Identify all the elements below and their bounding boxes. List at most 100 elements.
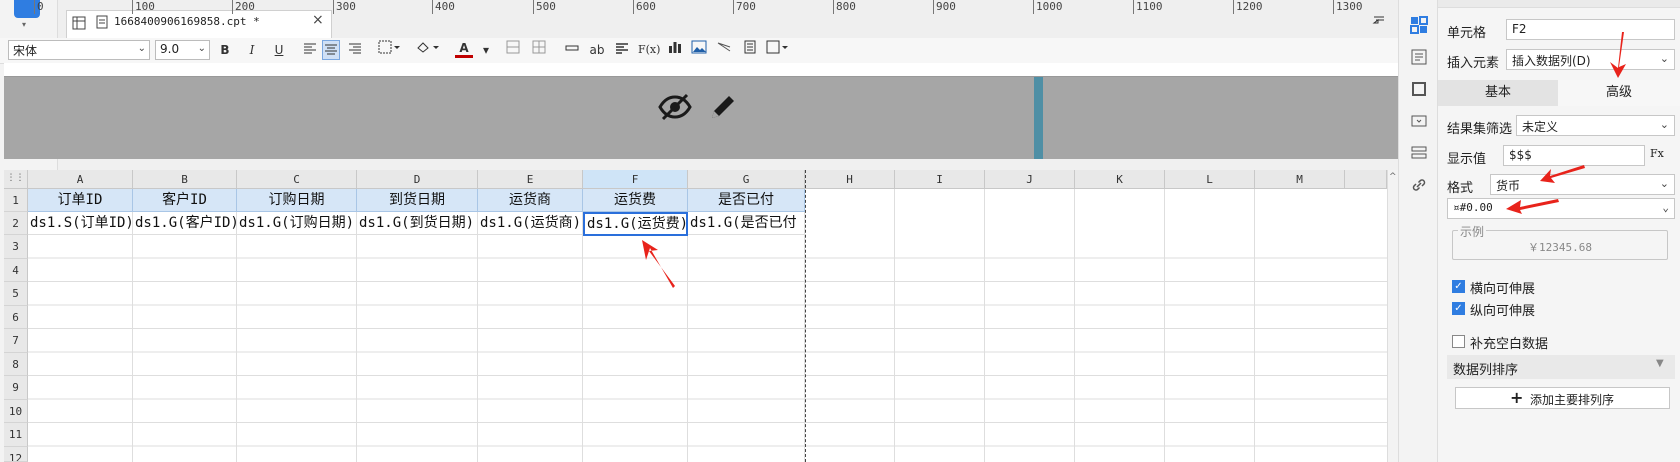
row-header[interactable]: 2: [4, 212, 28, 235]
horizontal-expand-checkbox[interactable]: ✓: [1452, 280, 1465, 293]
page-break-line: [805, 170, 806, 462]
column-header[interactable]: D: [357, 170, 478, 189]
chevron-down-icon[interactable]: ▾: [22, 20, 26, 29]
grid-cell-A1[interactable]: 订单ID: [28, 189, 133, 212]
format-type-value: 货币: [1496, 179, 1521, 193]
bold-button[interactable]: B: [216, 40, 234, 60]
annotation-arrow: [1506, 199, 1559, 214]
chevron-down-icon: ⌄: [1659, 52, 1669, 65]
display-value-label: 显示值: [1447, 152, 1487, 167]
column-header[interactable]: K: [1075, 170, 1165, 189]
row-header[interactable]: 11: [4, 423, 28, 447]
row-header[interactable]: 10: [4, 399, 28, 423]
format-pattern-value: ¤#0.00: [1453, 201, 1493, 214]
cell-element-icon[interactable]: [766, 40, 790, 60]
align-right-icon[interactable]: [346, 40, 364, 60]
filter-select[interactable]: 未定义 ⌄: [1516, 115, 1675, 136]
chevron-down-icon[interactable]: ▾: [477, 40, 495, 60]
column-header[interactable]: C: [237, 170, 357, 189]
collapse-panel-icon[interactable]: [1372, 14, 1386, 29]
rich-text-icon[interactable]: [613, 40, 631, 60]
grid-cell-B2[interactable]: ds1.G(客户ID): [133, 212, 237, 235]
hyperlink-icon[interactable]: [1410, 176, 1428, 194]
text-ab-button[interactable]: ab: [588, 40, 606, 60]
grid-cell-G2[interactable]: ds1.G(是否已付: [688, 212, 805, 235]
column-header[interactable]: I: [895, 170, 985, 189]
row-header[interactable]: 3: [4, 235, 28, 259]
select-all-corner[interactable]: ⋮⋮: [4, 170, 28, 189]
grid-cell-F2-selected[interactable]: ds1.G(运货费): [583, 212, 688, 236]
row-header[interactable]: 12: [4, 446, 28, 462]
grid-cell-A2[interactable]: ds1.S(订单ID): [28, 212, 133, 235]
insert-bar-icon[interactable]: [563, 40, 581, 60]
row-header[interactable]: 4: [4, 258, 28, 282]
formula-button[interactable]: F(x): [638, 40, 660, 60]
formula-button[interactable]: Fx: [1650, 147, 1664, 160]
column-header[interactable]: F: [583, 170, 688, 189]
row-header[interactable]: 1: [4, 189, 28, 212]
vertical-expand-checkbox[interactable]: ✓: [1452, 302, 1465, 315]
sub-report-icon[interactable]: [741, 40, 759, 60]
grid-cell-E2[interactable]: ds1.G(运货商): [478, 212, 583, 235]
fill-color-icon[interactable]: [415, 40, 441, 60]
column-header[interactable]: M: [1255, 170, 1345, 189]
row-header[interactable]: 9: [4, 376, 28, 400]
column-header[interactable]: G: [688, 170, 805, 189]
column-header[interactable]: E: [478, 170, 583, 189]
column-header[interactable]: A: [28, 170, 133, 189]
split-cells-icon[interactable]: [530, 40, 548, 60]
chevron-up-icon[interactable]: ^: [1389, 172, 1397, 182]
merge-cells-icon[interactable]: [504, 40, 522, 60]
insert-element-select[interactable]: 插入数据列(D) ⌄: [1506, 49, 1675, 70]
border-icon[interactable]: [378, 40, 400, 60]
fill-blank-checkbox[interactable]: [1452, 335, 1465, 348]
condition-icon[interactable]: [1410, 144, 1428, 162]
cpt-file-icon: [96, 15, 108, 32]
widget-icon[interactable]: [1410, 112, 1428, 130]
column-header[interactable]: B: [133, 170, 237, 189]
eye-off-icon[interactable]: [658, 92, 692, 125]
chart-icon[interactable]: [666, 40, 684, 60]
grid-cell-G1[interactable]: 是否已付: [688, 189, 805, 212]
format-pattern-select[interactable]: ¤#0.00 ⌄: [1447, 198, 1675, 219]
cell-name-input[interactable]: F2: [1506, 19, 1675, 40]
image-icon[interactable]: [690, 40, 708, 60]
row-header[interactable]: 6: [4, 305, 28, 329]
grid-cell-D2[interactable]: ds1.G(到货日期): [357, 212, 478, 235]
grid-cell-B1[interactable]: 客户ID: [133, 189, 237, 212]
column-header[interactable]: J: [985, 170, 1075, 189]
slash-icon[interactable]: [715, 40, 733, 60]
column-header[interactable]: L: [1165, 170, 1255, 189]
border-frame-icon[interactable]: [1410, 80, 1428, 98]
align-left-icon[interactable]: [301, 40, 319, 60]
grid-cell-E1[interactable]: 运货商: [478, 189, 583, 212]
band-resize-handle[interactable]: [1034, 77, 1043, 159]
close-icon[interactable]: ×: [312, 12, 324, 28]
grid-cell-C2[interactable]: ds1.G(订购日期): [237, 212, 357, 235]
font-size-select[interactable]: 9.0 ⌄: [155, 40, 210, 60]
vertical-scrollbar[interactable]: ^: [1387, 170, 1398, 462]
data-settings-icon[interactable]: [1410, 48, 1428, 66]
font-color-icon[interactable]: A: [455, 40, 473, 58]
row-header[interactable]: 7: [4, 329, 28, 353]
vertical-expand-label: 纵向可伸展: [1470, 304, 1536, 319]
tab-advanced[interactable]: 高级: [1558, 80, 1680, 106]
ruler-tick: 200: [232, 0, 255, 14]
tab-basic[interactable]: 基本: [1438, 80, 1558, 106]
font-family-select[interactable]: 宋体 ⌄: [8, 40, 150, 60]
row-header[interactable]: 5: [4, 282, 28, 306]
row-header[interactable]: 8: [4, 352, 28, 376]
grid-cell-D1[interactable]: 到货日期: [357, 189, 478, 212]
grid-cell-F1[interactable]: 运货费: [583, 189, 688, 212]
pencil-icon[interactable]: [708, 92, 738, 125]
grid-cell-C1[interactable]: 订购日期: [237, 189, 357, 212]
ruler-tick: 700: [733, 0, 756, 14]
column-header[interactable]: H: [805, 170, 895, 189]
align-center-icon[interactable]: [322, 40, 340, 60]
cell-properties-icon[interactable]: [1410, 16, 1428, 34]
filter-value: 未定义: [1522, 120, 1559, 134]
underline-button[interactable]: U: [270, 40, 288, 60]
italic-button[interactable]: I: [243, 40, 261, 60]
frozen-header-band[interactable]: [4, 77, 1398, 159]
chevron-down-icon[interactable]: ▼: [1656, 358, 1664, 369]
